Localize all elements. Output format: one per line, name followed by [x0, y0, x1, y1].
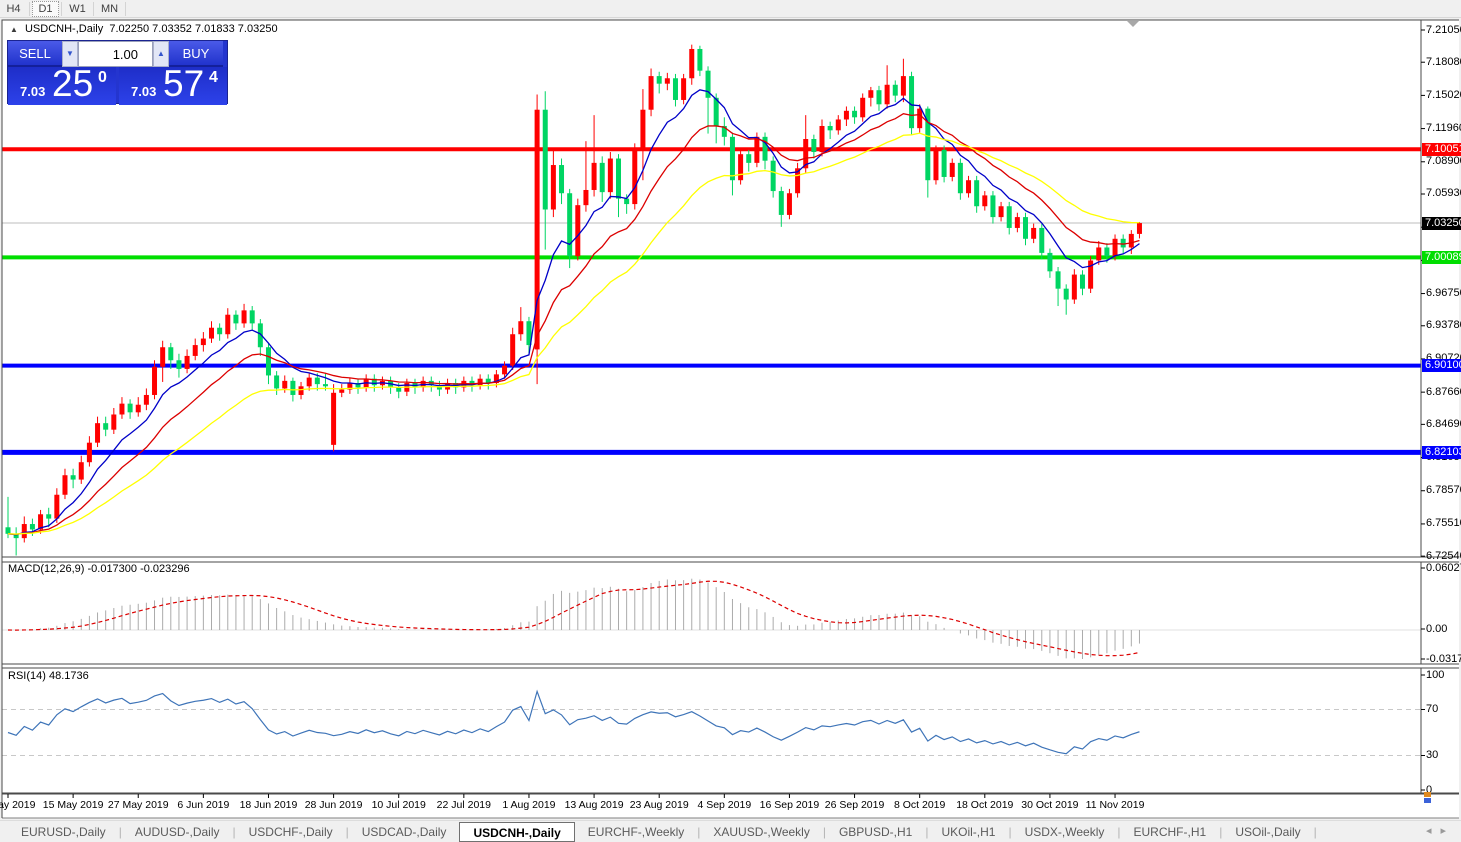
price-tick: 6.96750 [1426, 287, 1461, 299]
bid-big-digits: 25 [52, 63, 93, 105]
macd-label: MACD(12,26,9) -0.017300 -0.023296 [8, 563, 190, 575]
macd-tick: 0.060273 [1426, 562, 1461, 574]
price-tick: 7.21050 [1426, 24, 1461, 36]
price-badge: 6.90100 [1422, 359, 1461, 372]
date-tick: 11 Nov 2019 [1073, 799, 1157, 811]
chart-tab-gbpusdh1[interactable]: GBPUSD-,H1 [826, 822, 925, 842]
chart-tab-eurusddaily[interactable]: EURUSD-,Daily [8, 822, 119, 842]
rsi-tick: 100 [1426, 669, 1444, 681]
ask-pip-digit: 4 [209, 69, 218, 87]
chart-tab-usdchfdaily[interactable]: USDCHF-,Daily [236, 822, 346, 842]
price-badge: 7.03250 [1422, 217, 1461, 230]
tab-scroll-right-icon[interactable]: ▸ [1440, 825, 1455, 837]
panel-splitter[interactable] [2, 663, 1459, 668]
chart-canvas[interactable] [0, 0, 1461, 842]
price-tick: 7.18080 [1426, 56, 1461, 68]
chart-tab-usdcnhdaily[interactable]: USDCNH-,Daily [459, 822, 574, 842]
chart-tab-bar: EURUSD-,Daily|AUDUSD-,Daily|USDCHF-,Dail… [0, 820, 1461, 842]
ask-big-digits: 57 [163, 63, 204, 105]
price-tick: 6.93780 [1426, 319, 1461, 331]
price-tick: 6.78570 [1426, 484, 1461, 496]
chart-tab-xauusdweekly[interactable]: XAUUSD-,Weekly [700, 822, 822, 842]
panel-splitter[interactable] [2, 556, 1459, 561]
price-tick: 7.15020 [1426, 89, 1461, 101]
chart-tab-audusddaily[interactable]: AUDUSD-,Daily [122, 822, 233, 842]
tab-scroll-left-icon[interactable]: ◂ [1426, 825, 1441, 837]
chart-tab-usdxweekly[interactable]: USDX-,Weekly [1012, 822, 1118, 842]
bid-price-tile[interactable]: 7.03 25 0 [8, 67, 116, 105]
price-badge: 6.82103 [1422, 446, 1461, 459]
ohlc-values: 7.02250 7.03352 7.01833 7.03250 [109, 23, 277, 35]
price-tick: 6.84690 [1426, 418, 1461, 430]
price-badge: 7.10051 [1422, 143, 1461, 156]
one-click-collapse-icon[interactable]: ▲ [10, 25, 18, 34]
rsi-label: RSI(14) 48.1736 [8, 670, 89, 682]
tab-separator: | [1314, 825, 1317, 839]
chart-tab-usoildaily[interactable]: USOil-,Daily [1222, 822, 1313, 842]
chart-tab-eurchfweekly[interactable]: EURCHF-,Weekly [575, 822, 697, 842]
symbol-title: USDCNH-,Daily [25, 23, 103, 35]
chart-tab-usdcaddaily[interactable]: USDCAD-,Daily [349, 822, 460, 842]
price-tick: 7.11960 [1426, 122, 1461, 134]
ask-price-tile[interactable]: 7.03 57 4 [119, 67, 227, 105]
chart-tab-eurchfh1[interactable]: EURCHF-,H1 [1121, 822, 1220, 842]
ask-prefix: 7.03 [131, 84, 156, 99]
tab-scroll-arrows[interactable]: ◂▸ [1426, 824, 1455, 837]
price-badge: 7.00089 [1422, 251, 1461, 264]
rsi-tick: 30 [1426, 749, 1438, 761]
bid-prefix: 7.03 [20, 84, 45, 99]
price-tick: 6.87660 [1426, 386, 1461, 398]
axis-corner-icon [1424, 792, 1431, 803]
rsi-tick: 70 [1426, 703, 1438, 715]
chart-tab-ukoilh1[interactable]: UKOil-,H1 [928, 822, 1008, 842]
price-tick: 6.75510 [1426, 517, 1461, 529]
application-window: { "toolbar": { "timeframes": ["H4","D1",… [0, 0, 1461, 842]
macd-tick: 0.00 [1426, 623, 1447, 635]
chart-legend: ▲ USDCNH-,Daily 7.02250 7.03352 7.01833 … [10, 23, 278, 35]
one-click-trading-panel: SELL ▼ ▲ BUY 7.03 25 0 7.03 57 4 [7, 40, 228, 104]
bid-pip-digit: 0 [98, 69, 107, 87]
price-tick: 7.08900 [1426, 155, 1461, 167]
price-tick: 7.05930 [1426, 187, 1461, 199]
